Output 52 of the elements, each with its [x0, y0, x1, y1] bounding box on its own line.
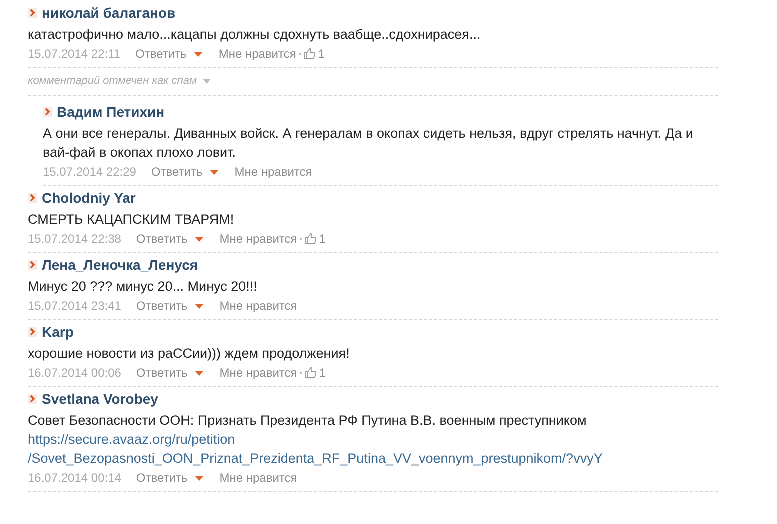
comment-text: А они все генералы. Диванных войск. А генералам в окопах сидеть нельзя, вдруг стрелять начнут. Да и вай-фай в окопах плохо ловит.	[43, 125, 694, 162]
caret-icon	[194, 52, 203, 58]
like-button[interactable]: Мне нравится	[220, 298, 298, 314]
chevron-icon	[43, 107, 52, 117]
comment-date: 15.07.2014 22:11	[28, 46, 121, 62]
comment-text: СМЕРТЬ КАЦАПСКИМ ТВАРЯМ!	[28, 211, 236, 229]
petition-link[interactable]: /Sovet_Bezopasnosti_OON_Priznat_Prezidenta_RF_Putina_VV_voennym_prestupnikom/?vvyY	[28, 451, 603, 466]
like-count: 1	[319, 365, 326, 381]
author-link[interactable]: Karp	[42, 323, 74, 341]
comment-date: 16.07.2014 00:06	[28, 365, 122, 381]
like-button[interactable]: Мне нравится	[234, 164, 312, 180]
caret-icon[interactable]	[203, 79, 212, 84]
chevron-icon	[28, 327, 37, 337]
like-count: 1	[318, 46, 326, 62]
petition-link[interactable]: https://secure.avaaz.org/ru/petition	[28, 432, 236, 447]
chevron-icon	[28, 193, 37, 203]
thumbs-up-icon	[305, 233, 318, 245]
chevron-icon	[28, 8, 37, 18]
reply-button[interactable]: Ответить	[136, 231, 204, 247]
author-link[interactable]: Лена_Леночка_Ленуся	[42, 256, 198, 274]
reply-button[interactable]: Ответить	[136, 298, 204, 314]
comment-date: 15.07.2014 23:41	[28, 298, 122, 314]
like-count: 1	[319, 231, 326, 247]
thumbs-up-icon	[305, 367, 318, 379]
comment-date: 16.07.2014 00:14	[28, 470, 122, 486]
comment-date: 15.07.2014 22:38	[28, 231, 122, 247]
author-link[interactable]: николай балаганов	[42, 4, 176, 22]
caret-icon	[210, 170, 219, 176]
reply-button[interactable]: Ответить	[136, 365, 204, 381]
caret-icon	[194, 371, 204, 377]
like-button[interactable]: Мне нравится	[220, 470, 298, 486]
comment-date: 15.07.2014 22:29	[43, 164, 136, 180]
reply-button[interactable]: Ответить	[151, 164, 219, 180]
comment-text: катастрофично мало...кацапы должны сдохнуть ваабще..сдохнирасея...	[28, 26, 482, 44]
comment-text: Совет Безопасности ООН: Признать Президента РФ Путина В.В. военным преступником	[28, 412, 588, 430]
comment-text: хорошие новости из раССии))) ждем продолжения!	[28, 345, 351, 363]
comment-text: Минус 20 ??? минус 20... Минус 20!!!	[28, 278, 258, 296]
like-button[interactable]: Мне нравится	[218, 46, 296, 62]
author-link[interactable]: Cholodniy Yar	[42, 189, 136, 207]
like-button[interactable]: Мне нравится	[220, 365, 298, 381]
like-button[interactable]: Мне нравится	[220, 231, 298, 247]
reply-button[interactable]: Ответить	[136, 46, 203, 62]
author-link[interactable]: Svetlana Vorobey	[42, 390, 158, 408]
chevron-icon	[28, 260, 37, 270]
reply-button[interactable]: Ответить	[136, 470, 204, 486]
thumbs-up-icon	[304, 48, 316, 60]
caret-icon	[194, 476, 204, 482]
caret-icon	[194, 304, 204, 310]
spam-notice: комментарий отмечен как спам	[28, 74, 198, 89]
author-link[interactable]: Вадим Петихин	[57, 103, 165, 121]
caret-icon	[194, 237, 204, 243]
chevron-icon	[28, 394, 37, 404]
